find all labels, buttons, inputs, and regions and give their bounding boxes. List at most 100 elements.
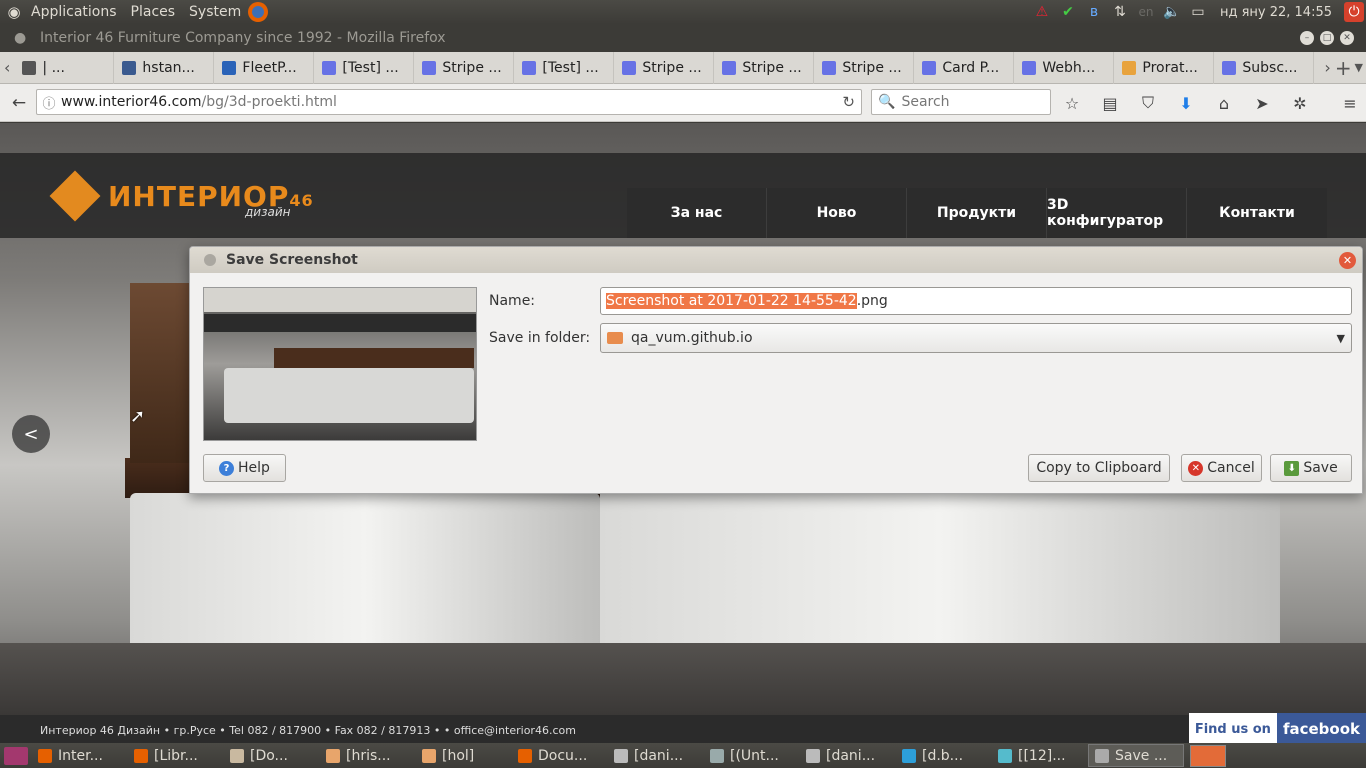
keyboard-layout-indicator[interactable]: en [1136, 2, 1156, 22]
url-bar[interactable]: ⓘ www.interior46.com/bg/3d-proekti.html … [36, 89, 862, 115]
help-button[interactable]: ? Help [203, 454, 286, 482]
tab-bar: ‹ | ... hstan... FleetP... [Test] ... Stripe… [0, 51, 1366, 84]
copy-to-clipboard-button[interactable]: Copy to Clipboard [1028, 454, 1170, 482]
site-navigation: За нас Ново Продукти 3D конфигуратор Кон… [627, 188, 1327, 238]
taskbar-item[interactable]: Save ... [1088, 744, 1184, 767]
taskbar-item-label: [Libr... [154, 747, 198, 764]
extension-icon[interactable]: ✲ [1286, 94, 1314, 113]
nav-about[interactable]: За нас [627, 188, 767, 238]
browser-tab[interactable]: hstan... [114, 51, 215, 84]
folder-select[interactable]: qa_vum.github.io ▼ [600, 323, 1352, 353]
cancel-button[interactable]: ✕ Cancel [1181, 454, 1262, 482]
taskbar-app-icon [326, 748, 340, 763]
taskbar-app-icon [710, 748, 724, 763]
new-tab-icon[interactable]: + [1335, 52, 1352, 84]
browser-tab[interactable]: [Test] ... [514, 51, 615, 84]
save-icon: ⬇ [1284, 460, 1300, 476]
browser-tab[interactable]: Card P... [914, 51, 1015, 84]
tab-label: [Test] ... [342, 59, 399, 76]
ubuntu-logo-icon[interactable]: ◉ [4, 3, 24, 21]
menu-hamburger-icon[interactable]: ≡ [1336, 94, 1364, 113]
battery-icon[interactable]: ▭ [1188, 2, 1208, 22]
taskbar-item[interactable]: [hol] [416, 744, 512, 767]
browser-tab[interactable]: FleetP... [214, 51, 315, 84]
tab-label: Subsc... [1242, 59, 1298, 76]
pocket-icon[interactable]: ⛉ [1134, 93, 1162, 113]
taskbar-item[interactable]: [dani... [800, 744, 896, 767]
minimize-icon[interactable]: – [1300, 31, 1314, 45]
back-icon[interactable]: ← [4, 88, 34, 118]
applications-menu[interactable]: Applications [24, 4, 124, 20]
save-button[interactable]: ⬇ Save [1270, 454, 1352, 482]
tab-list-icon[interactable]: ▼ [1352, 52, 1366, 84]
warning-icon[interactable]: ⚠ [1032, 2, 1052, 22]
search-input[interactable]: 🔍 Search [871, 89, 1051, 115]
filename-input[interactable]: Screenshot at 2017-01-22 14-55-42 .png [600, 287, 1352, 315]
tab-favicon-icon [522, 60, 537, 75]
firefox-launcher-icon[interactable] [248, 2, 269, 22]
taskbar-item-label: [Do... [250, 747, 288, 764]
site-info-icon[interactable]: ⓘ [37, 93, 61, 112]
taskbar-item-label: [d.b... [922, 747, 964, 764]
site-logo[interactable]: ИНТЕРИОР46 дизайн [49, 170, 314, 222]
network-icon[interactable]: ⇅ [1110, 2, 1130, 22]
taskbar-app-icon [614, 748, 628, 763]
nav-3d-configurator[interactable]: 3D конфигуратор [1047, 188, 1187, 238]
bookmark-star-icon[interactable]: ☆ [1058, 94, 1086, 113]
browser-tab[interactable]: Stripe ... [814, 51, 915, 84]
window-menu-icon[interactable]: ● [14, 30, 26, 46]
check-icon[interactable]: ✔ [1058, 2, 1078, 22]
power-icon[interactable]: ⏻ [1344, 2, 1364, 22]
tabs-scroll-left-icon[interactable]: ‹ [0, 52, 14, 84]
browser-tab[interactable]: Stripe ... [714, 51, 815, 84]
clock[interactable]: нд яну 22, 14:55 [1214, 5, 1338, 20]
browser-tab[interactable]: Stripe ... [414, 51, 515, 84]
facebook-link[interactable]: Find us on facebook [1188, 713, 1366, 745]
nav-new[interactable]: Ново [767, 188, 907, 238]
browser-tab[interactable]: Stripe ... [614, 51, 715, 84]
send-icon[interactable]: ➤ [1248, 94, 1276, 113]
taskbar-item[interactable]: [hris... [320, 744, 416, 767]
browser-tab[interactable]: Prorat... [1114, 51, 1215, 84]
tab-favicon-icon [1022, 60, 1037, 75]
reload-icon[interactable]: ↻ [842, 93, 855, 111]
taskbar-item-label: [dani... [826, 747, 876, 764]
taskbar-item[interactable]: [Do... [224, 744, 320, 767]
home-icon[interactable]: ⌂ [1210, 94, 1238, 113]
browser-tab[interactable]: Webh... [1014, 51, 1115, 84]
range-hood-decor [130, 283, 190, 463]
workspace-switcher[interactable] [1190, 744, 1226, 767]
taskbar-item-label: Save ... [1115, 747, 1168, 764]
help-button-label: Help [238, 460, 270, 476]
browser-tab[interactable]: [Test] ... [314, 51, 415, 84]
dialog-title: Save Screenshot [226, 252, 358, 268]
browser-tab[interactable]: | ... [14, 51, 115, 84]
dialog-menu-icon[interactable] [204, 254, 216, 266]
slider-prev-button[interactable]: < [12, 415, 50, 453]
maximize-icon[interactable]: □ [1320, 31, 1334, 45]
taskbar-item[interactable]: [d.b... [896, 744, 992, 767]
find-us-label: Find us on [1188, 713, 1277, 745]
taskbar-item[interactable]: Inter... [32, 744, 128, 767]
places-menu[interactable]: Places [124, 4, 183, 20]
taskbar-item[interactable]: Docu... [512, 744, 608, 767]
volume-icon[interactable]: 🔈 [1162, 2, 1182, 22]
close-icon[interactable]: ✕ [1340, 31, 1354, 45]
taskbar-item-label: [(Unt... [730, 747, 779, 764]
nav-products[interactable]: Продукти [907, 188, 1047, 238]
taskbar-item[interactable]: [Libr... [128, 744, 224, 767]
system-menu[interactable]: System [182, 4, 248, 20]
nav-contacts[interactable]: Контакти [1187, 188, 1327, 238]
taskbar-item[interactable]: [dani... [608, 744, 704, 767]
tabs-scroll-right-icon[interactable]: › [1320, 52, 1334, 84]
browser-tab[interactable]: Subsc... [1214, 51, 1315, 84]
reading-list-icon[interactable]: ▤ [1096, 94, 1124, 113]
show-desktop-icon[interactable] [4, 746, 28, 765]
folder-value: qa_vum.github.io [631, 330, 753, 346]
dialog-close-icon[interactable]: ✕ [1339, 252, 1356, 269]
download-icon[interactable]: ⬇ [1172, 94, 1200, 113]
taskbar-item[interactable]: [(Unt... [704, 744, 800, 767]
bluetooth-icon[interactable]: ʙ [1084, 2, 1104, 22]
tab-label: Card P... [942, 59, 1000, 76]
taskbar-item[interactable]: [[12]... [992, 744, 1088, 767]
